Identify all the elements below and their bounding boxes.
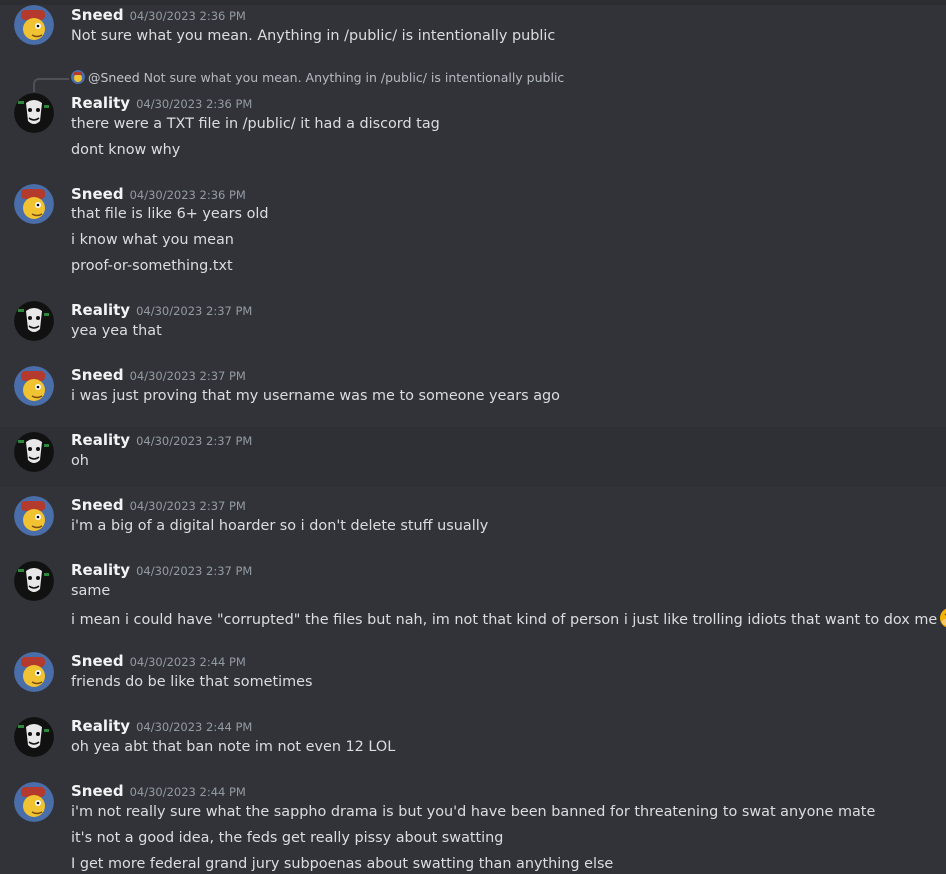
message-timestamp: 04/30/2023 2:44 PM — [129, 655, 246, 669]
message-text: proof-or-something.txt — [71, 258, 233, 274]
message-text: i know what you mean — [71, 232, 234, 248]
message-timestamp: 04/30/2023 2:37 PM — [136, 434, 253, 448]
avatar-sneed[interactable] — [14, 782, 54, 822]
message-group: @Sneed Not sure what you mean. Anything … — [0, 62, 946, 174]
message-text: i'm a big of a digital hoarder so i don'… — [71, 518, 489, 534]
message-group: Sneed 04/30/2023 2:37 PM i was just provi… — [0, 357, 946, 422]
reply-avatar-icon — [71, 70, 85, 84]
avatar-reality[interactable] — [14, 717, 54, 757]
message-group: Sneed 04/30/2023 2:44 PM i'm not really s… — [0, 773, 946, 872]
message-text-with-emoji: i mean i could have "corrupted" the file… — [71, 607, 946, 630]
message-group: Reality 04/30/2023 2:37 PM yea yea that — [0, 292, 946, 357]
author-name[interactable]: Reality — [71, 94, 130, 112]
avatar-sneed[interactable] — [14, 652, 54, 692]
message-group: Sneed 04/30/2023 2:36 PM that file is lik… — [0, 174, 946, 292]
avatar-reality[interactable] — [14, 93, 54, 133]
avatar-sneed[interactable] — [14, 366, 54, 406]
message-text: there were a TXT file in /public/ it had… — [71, 116, 440, 132]
author-name[interactable]: Sneed — [71, 185, 124, 203]
author-name[interactable]: Sneed — [71, 366, 124, 384]
message-text: i'm not really sure what the sappho dram… — [71, 804, 876, 820]
message-text: same — [71, 583, 111, 599]
message-timestamp: 04/30/2023 2:37 PM — [129, 499, 246, 513]
author-name[interactable]: Reality — [71, 301, 130, 319]
author-name[interactable]: Sneed — [71, 496, 124, 514]
message-text: oh yea abt that ban note im not even 12 … — [71, 739, 396, 755]
author-name[interactable]: Sneed — [71, 6, 124, 24]
message-group: Reality 04/30/2023 2:37 PM same i mean i … — [0, 552, 946, 643]
message-timestamp: 04/30/2023 2:37 PM — [136, 564, 253, 578]
message-timestamp: 04/30/2023 2:44 PM — [129, 785, 246, 799]
message-text: Not sure what you mean. Anything in /pub… — [71, 28, 556, 44]
message-text: that file is like 6+ years old — [71, 206, 269, 222]
reply-spine — [33, 78, 69, 92]
message-timestamp: 04/30/2023 2:36 PM — [129, 188, 246, 202]
reply-text: Not sure what you mean. Anything in /pub… — [143, 70, 565, 85]
author-name[interactable]: Sneed — [71, 652, 124, 670]
message-text: oh — [71, 453, 89, 469]
message-group: Sneed 04/30/2023 2:44 PM friends do be li… — [0, 643, 946, 708]
author-name[interactable]: Sneed — [71, 782, 124, 800]
reply-preview[interactable]: @Sneed Not sure what you mean. Anything … — [71, 70, 564, 86]
avatar-sneed[interactable] — [14, 496, 54, 536]
message-timestamp: 04/30/2023 2:37 PM — [129, 369, 246, 383]
message-timestamp: 04/30/2023 2:37 PM — [136, 304, 253, 318]
message-group: Sneed 04/30/2023 2:37 PM i'm a big of a d… — [0, 487, 946, 552]
message-text: it's not a good idea, the feds get reall… — [71, 830, 504, 846]
author-name[interactable]: Reality — [71, 717, 130, 735]
reply-mention: @Sneed — [88, 70, 140, 85]
avatar-reality[interactable] — [14, 561, 54, 601]
avatar-reality[interactable] — [14, 432, 54, 472]
message-group: Sneed 04/30/2023 2:36 PM Not sure what yo… — [0, 0, 946, 62]
message-group: Reality 04/30/2023 2:44 PM oh yea abt tha… — [0, 708, 946, 773]
avatar-sneed[interactable] — [14, 184, 54, 224]
avatar-reality[interactable] — [14, 301, 54, 341]
yawning-face-icon[interactable] — [939, 607, 946, 629]
message-text: yea yea that — [71, 323, 162, 339]
message-timestamp: 04/30/2023 2:44 PM — [136, 720, 253, 734]
message-text: i mean i could have "corrupted" the file… — [71, 612, 938, 628]
author-name[interactable]: Reality — [71, 561, 130, 579]
message-group: Reality 04/30/2023 2:37 PM oh — [0, 427, 946, 487]
message-text: I get more federal grand jury subpoenas … — [71, 856, 614, 872]
avatar-sneed[interactable] — [14, 5, 54, 45]
message-text: i was just proving that my username was … — [71, 388, 560, 404]
message-timestamp: 04/30/2023 2:36 PM — [129, 9, 246, 23]
author-name[interactable]: Reality — [71, 431, 130, 449]
message-text: dont know why — [71, 142, 181, 158]
message-text: friends do be like that sometimes — [71, 674, 313, 690]
message-timestamp: 04/30/2023 2:36 PM — [136, 97, 253, 111]
